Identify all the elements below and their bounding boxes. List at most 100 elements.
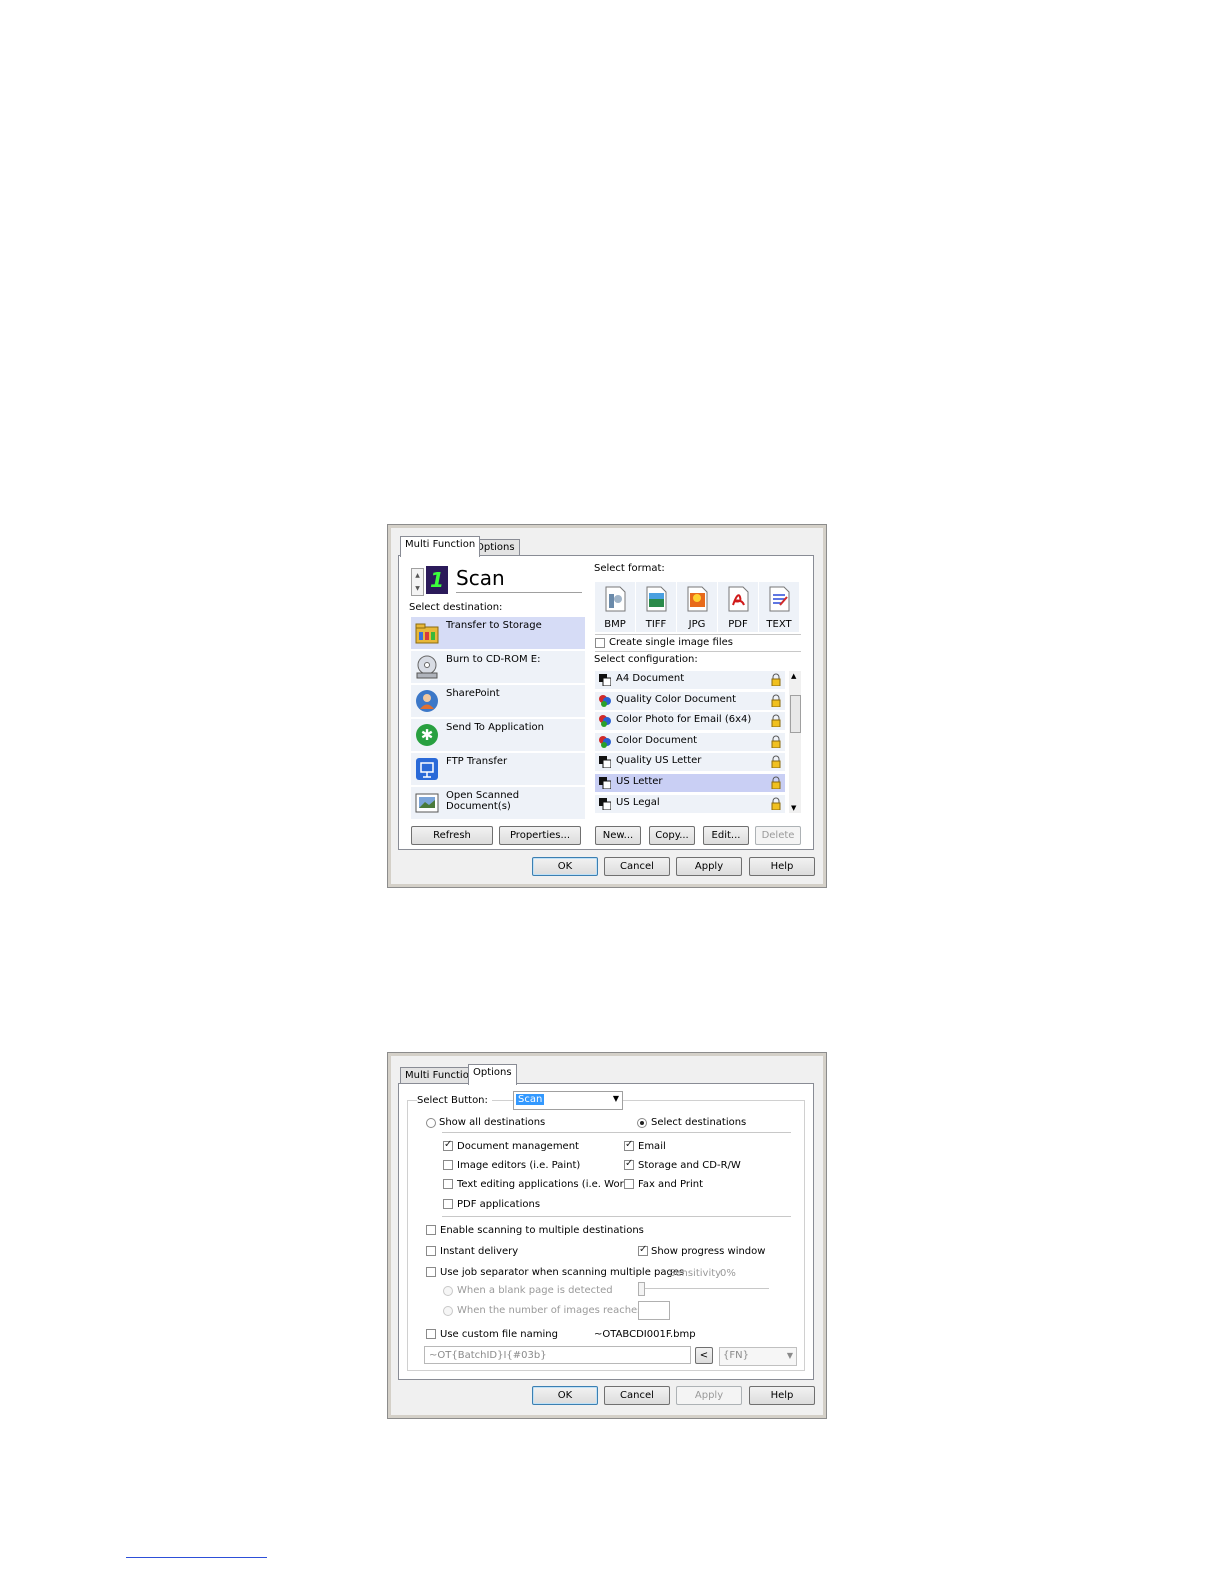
image-editors-checkbox[interactable] — [443, 1160, 453, 1170]
format-jpg[interactable]: JPG — [677, 582, 717, 632]
pdf-applications-label: PDF applications — [457, 1199, 541, 1210]
document-management-checkbox[interactable] — [443, 1139, 453, 1151]
enable-multiple-label: Enable scanning to multiple destinations — [440, 1225, 644, 1236]
show-progress-label: Show progress window — [651, 1246, 766, 1257]
lock-icon — [771, 714, 781, 728]
cancel-button[interactable]: Cancel — [604, 857, 670, 876]
sensitivity-slider-track[interactable] — [639, 1288, 769, 1289]
select-destinations-radio[interactable] — [637, 1118, 647, 1128]
configuration-item[interactable]: Color Photo for Email (6x4) — [595, 712, 785, 731]
scroll-thumb[interactable] — [790, 695, 801, 733]
select-button-dropdown[interactable]: Scan ▼ — [513, 1091, 623, 1110]
example-filename: ~OTABCDI001F.bmp — [594, 1329, 696, 1340]
format-label: BMP — [604, 619, 626, 630]
destination-item[interactable]: Burn to CD-ROM E: — [411, 651, 585, 683]
delete-button[interactable]: Delete — [755, 826, 801, 845]
format-pdf[interactable]: PDF — [718, 582, 758, 632]
naming-pattern-input[interactable]: ~OT{BatchID}I{#03b} — [424, 1346, 691, 1364]
edit-button[interactable]: Edit... — [703, 826, 749, 845]
format-bmp[interactable]: BMP — [595, 582, 635, 632]
config-divider — [595, 651, 801, 652]
fax-print-label: Fax and Print — [638, 1179, 704, 1190]
sensitivity-slider-thumb[interactable] — [638, 1282, 645, 1296]
options-dialog: Multi Function Options Select Button: Sc… — [387, 1052, 827, 1419]
spin-down-icon[interactable]: ▼ — [412, 582, 423, 595]
color-config-icon — [599, 715, 611, 728]
configuration-item[interactable]: Color Document — [595, 732, 785, 751]
configuration-item[interactable]: A4 Document — [595, 671, 785, 689]
job-separator-checkbox[interactable] — [426, 1267, 436, 1277]
new-button[interactable]: New... — [595, 826, 641, 845]
color-config-icon — [599, 694, 611, 707]
properties-button[interactable]: Properties... — [499, 826, 581, 845]
options-panel: Select Button: Scan ▼ Show all destinati… — [398, 1083, 814, 1380]
ok-button[interactable]: OK — [532, 1386, 598, 1405]
configuration-item[interactable]: US Legal — [595, 794, 785, 813]
show-progress-checkbox[interactable] — [638, 1244, 648, 1256]
show-all-destinations-label: Show all destinations — [439, 1117, 546, 1128]
open-document-icon — [415, 793, 439, 813]
dropdown-arrow-icon[interactable]: ▼ — [613, 1094, 619, 1103]
custom-naming-label: Use custom file naming — [440, 1329, 558, 1340]
number-images-radio[interactable] — [443, 1306, 453, 1316]
pdf-format-icon — [728, 586, 749, 612]
configuration-scrollbar[interactable]: ▲ ▼ — [789, 671, 801, 813]
instant-delivery-checkbox[interactable] — [426, 1246, 436, 1256]
tab-options[interactable]: Options — [468, 1064, 517, 1085]
configuration-item[interactable]: Quality US Letter — [595, 753, 785, 772]
help-button[interactable]: Help — [749, 1386, 815, 1405]
destination-item[interactable]: Open Scanned Document(s) — [411, 787, 585, 819]
select-destinations-label: Select destinations — [651, 1117, 747, 1128]
blank-page-radio[interactable] — [443, 1286, 453, 1296]
ok-button[interactable]: OK — [532, 857, 598, 876]
fax-print-checkbox[interactable] — [624, 1179, 634, 1189]
tab-multi-function[interactable]: Multi Function — [400, 536, 481, 557]
folder-storage-icon — [415, 623, 439, 644]
text-editing-checkbox[interactable] — [443, 1179, 453, 1189]
configuration-item[interactable]: Quality Color Document — [595, 691, 785, 710]
footer-link-underline[interactable] — [126, 1557, 267, 1558]
configuration-label: Color Photo for Email (6x4) — [616, 714, 752, 726]
destination-item[interactable]: SharePoint — [411, 685, 585, 717]
bw-config-icon — [599, 756, 611, 769]
apply-button[interactable]: Apply — [676, 1386, 742, 1405]
number-images-input[interactable] — [638, 1301, 670, 1320]
create-single-checkbox[interactable] — [595, 638, 605, 648]
destination-label: Burn to CD-ROM E: — [446, 654, 541, 665]
bw-config-icon — [599, 797, 611, 810]
scroll-down-icon[interactable]: ▼ — [791, 804, 796, 812]
email-checkbox[interactable] — [624, 1139, 634, 1151]
enable-multiple-checkbox[interactable] — [426, 1225, 436, 1235]
scroll-up-icon[interactable]: ▲ — [791, 672, 796, 680]
format-text[interactable]: TEXT — [759, 582, 799, 632]
cancel-button[interactable]: Cancel — [604, 1386, 670, 1405]
configuration-label: Quality US Letter — [616, 755, 702, 767]
show-all-destinations-radio[interactable] — [426, 1118, 436, 1128]
spin-up-icon[interactable]: ▲ — [412, 569, 423, 582]
multi-function-panel: ▲ ▼ 1 Scan Select destination: Transfer … — [398, 555, 814, 850]
select-button-value: Scan — [516, 1094, 545, 1105]
sensitivity-label: Sensitivity — [669, 1268, 722, 1279]
destination-item[interactable]: FTP Transfer — [411, 753, 585, 785]
copy-button[interactable]: Copy... — [649, 826, 695, 845]
configuration-label: A4 Document — [616, 673, 685, 684]
insert-token-button[interactable]: < — [695, 1347, 713, 1364]
format-tiff[interactable]: TIFF — [636, 582, 676, 632]
destinations-divider — [442, 1132, 791, 1133]
configuration-item[interactable]: US Letter — [595, 773, 785, 792]
custom-naming-checkbox[interactable] — [426, 1329, 436, 1339]
storage-cd-checkbox[interactable] — [624, 1158, 634, 1170]
multi-function-dialog: Multi Function Options ▲ ▼ 1 Scan Select… — [387, 524, 827, 888]
destination-list: Transfer to Storage Burn to CD-ROM E: Sh… — [411, 617, 585, 821]
pdf-applications-checkbox[interactable] — [443, 1199, 453, 1209]
destination-item[interactable]: Transfer to Storage — [411, 617, 585, 649]
button-spinner[interactable]: ▲ ▼ — [411, 568, 424, 596]
dropdown-arrow-icon[interactable]: ▼ — [787, 1351, 793, 1360]
token-dropdown[interactable]: {FN} ▼ — [719, 1347, 797, 1366]
refresh-button[interactable]: Refresh — [411, 826, 493, 845]
cd-burn-icon — [416, 655, 438, 679]
configuration-list: A4 Document Quality Color Document Color… — [595, 671, 785, 815]
help-button[interactable]: Help — [749, 857, 815, 876]
apply-button[interactable]: Apply — [676, 857, 742, 876]
destination-item[interactable]: ✱ Send To Application — [411, 719, 585, 751]
